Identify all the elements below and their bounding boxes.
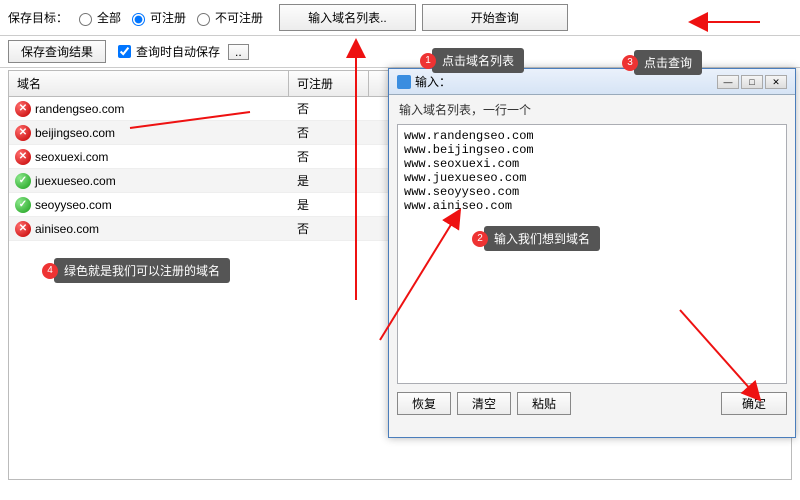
radio-registerable[interactable]: 可注册 bbox=[127, 9, 186, 26]
radio-all[interactable]: 全部 bbox=[74, 9, 121, 26]
callout-1: 1 点击域名列表 bbox=[432, 48, 524, 73]
callout-num-2: 2 bbox=[472, 231, 488, 247]
paste-button[interactable]: 粘贴 bbox=[517, 392, 571, 415]
top-toolbar: 保存目标： 全部 可注册 不可注册 输入域名列表.. 开始查询 bbox=[0, 0, 800, 36]
callout-num-4: 4 bbox=[42, 263, 58, 279]
domain-cell: seoyyseo.com bbox=[35, 198, 112, 212]
reg-cell: 是 bbox=[289, 172, 369, 189]
save-target-label: 保存目标： bbox=[8, 9, 68, 26]
reg-cell: 否 bbox=[289, 100, 369, 117]
input-domain-list-button[interactable]: 输入域名列表.. bbox=[279, 4, 416, 31]
callout-3: 3 点击查询 bbox=[634, 50, 702, 75]
close-button[interactable]: ✕ bbox=[765, 75, 787, 89]
domain-cell: seoxuexi.com bbox=[35, 150, 108, 164]
domain-textarea[interactable]: www.randengseo.com www.beijingseo.com ww… bbox=[397, 124, 787, 384]
check-icon: ✓ bbox=[15, 197, 31, 213]
save-target-radios: 全部 可注册 不可注册 bbox=[74, 9, 263, 26]
domain-cell: ainiseo.com bbox=[35, 222, 99, 236]
save-results-button[interactable]: 保存查询结果 bbox=[8, 40, 106, 63]
reg-cell: 否 bbox=[289, 124, 369, 141]
autosave-path-button[interactable]: .. bbox=[228, 44, 249, 60]
check-icon: ✓ bbox=[15, 173, 31, 189]
radio-not-registerable[interactable]: 不可注册 bbox=[192, 9, 263, 26]
cross-icon: ✕ bbox=[15, 101, 31, 117]
reg-cell: 否 bbox=[289, 148, 369, 165]
input-dialog: 输入： — □ ✕ 输入域名列表，一行一个 www.randengseo.com… bbox=[388, 68, 796, 438]
callout-4: 4 绿色就是我们可以注册的域名 bbox=[54, 258, 230, 283]
ok-button[interactable]: 确定 bbox=[721, 392, 787, 415]
app-icon bbox=[397, 75, 411, 89]
reg-cell: 是 bbox=[289, 196, 369, 213]
callout-num-3: 3 bbox=[622, 55, 638, 71]
dialog-actions: 恢复 清空 粘贴 确定 bbox=[389, 384, 795, 423]
callout-num-1: 1 bbox=[420, 53, 436, 69]
col-registerable[interactable]: 可注册 bbox=[289, 71, 369, 96]
restore-button[interactable]: 恢复 bbox=[397, 392, 451, 415]
domain-cell: juexueseo.com bbox=[35, 174, 116, 188]
col-domain[interactable]: 域名 bbox=[9, 71, 289, 96]
window-buttons: — □ ✕ bbox=[717, 75, 787, 89]
domain-cell: randengseo.com bbox=[35, 102, 124, 116]
maximize-button[interactable]: □ bbox=[741, 75, 763, 89]
reg-cell: 否 bbox=[289, 220, 369, 237]
clear-button[interactable]: 清空 bbox=[457, 392, 511, 415]
autosave-checkbox[interactable]: 查询时自动保存 bbox=[114, 42, 220, 61]
callout-2: 2 输入我们想到域名 bbox=[484, 226, 600, 251]
dialog-title-text: 输入： bbox=[415, 73, 451, 90]
dialog-hint: 输入域名列表，一行一个 bbox=[389, 95, 795, 124]
cross-icon: ✕ bbox=[15, 149, 31, 165]
cross-icon: ✕ bbox=[15, 221, 31, 237]
minimize-button[interactable]: — bbox=[717, 75, 739, 89]
domain-cell: beijingseo.com bbox=[35, 126, 115, 140]
start-query-button[interactable]: 开始查询 bbox=[422, 4, 568, 31]
cross-icon: ✕ bbox=[15, 125, 31, 141]
